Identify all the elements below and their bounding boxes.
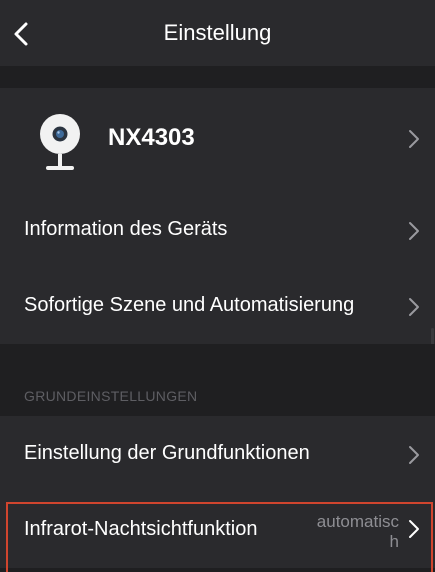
settings-screen: Einstellung NX4303 Information des Gerät…: [0, 0, 435, 572]
infrared-label: Infrarot-Nachtsichtfunktion: [24, 518, 258, 540]
device-name: NX4303: [108, 124, 195, 151]
basic-functions-row[interactable]: Einstellung der Grundfunktionen: [0, 416, 435, 492]
device-row[interactable]: NX4303: [0, 88, 435, 192]
camera-icon: [34, 112, 86, 176]
basic-functions-label: Einstellung der Grundfunktionen: [24, 442, 310, 464]
chevron-right-icon: [407, 220, 421, 242]
infrared-row[interactable]: Infrarot-Nachtsichtfunktion automatisch: [0, 502, 435, 568]
chevron-right-icon: [407, 128, 421, 150]
infrared-value: automatisch: [316, 512, 399, 551]
section-header-basic-settings: GRUNDEINSTELLUNGEN: [24, 388, 198, 404]
device-card: NX4303 Information des Geräts Sofortige …: [0, 88, 435, 344]
chevron-right-icon: [407, 444, 421, 466]
scene-automation-row[interactable]: Sofortige Szene und Automatisierung: [0, 268, 435, 344]
basic-settings-card: Einstellung der Grundfunktionen Infrarot…: [0, 416, 435, 568]
section-gap: [0, 66, 435, 88]
navigation-bar: Einstellung: [0, 0, 435, 66]
page-title: Einstellung: [163, 20, 272, 45]
chevron-right-icon: [407, 518, 421, 540]
section-header-band: GRUNDEINSTELLUNGEN: [0, 344, 435, 416]
back-button[interactable]: [10, 14, 50, 54]
chevron-left-icon: [14, 22, 28, 46]
scene-automation-label: Sofortige Szene und Automatisierung: [24, 294, 355, 316]
device-info-label: Information des Geräts: [24, 218, 228, 240]
device-info-row[interactable]: Information des Geräts: [0, 192, 435, 268]
chevron-right-icon: [407, 296, 421, 318]
